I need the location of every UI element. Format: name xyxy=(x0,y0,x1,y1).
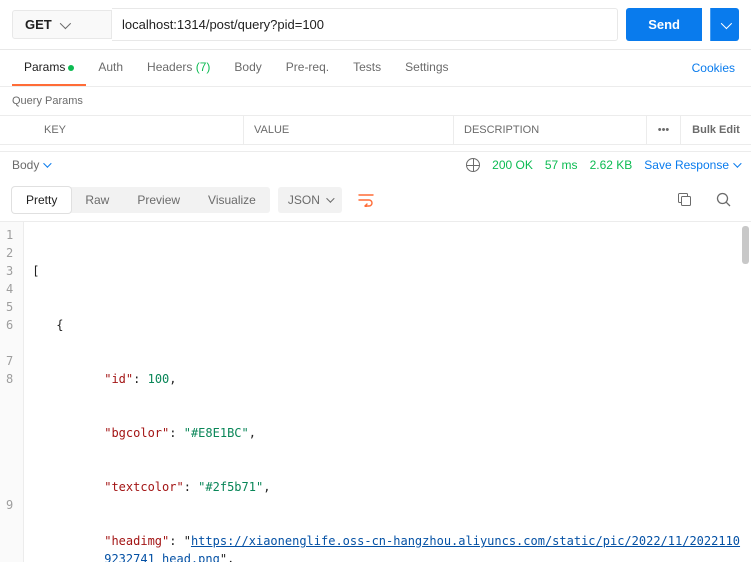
view-visualize[interactable]: Visualize xyxy=(194,187,270,213)
th-more-button[interactable]: ••• xyxy=(647,116,681,144)
cookies-link[interactable]: Cookies xyxy=(688,51,739,85)
response-meta-bar: Body 200 OK 57 ms 2.62 KB Save Response xyxy=(0,151,751,178)
send-button[interactable]: Send xyxy=(626,8,702,41)
search-icon[interactable] xyxy=(708,186,739,213)
th-description: DESCRIPTION xyxy=(454,116,647,144)
bulk-edit-button[interactable]: Bulk Edit xyxy=(681,116,751,144)
th-value: VALUE xyxy=(244,116,454,144)
line-gutter: 12345 6789 xyxy=(0,222,24,562)
view-preview[interactable]: Preview xyxy=(123,187,194,213)
tab-params[interactable]: Params xyxy=(12,50,86,86)
wrap-line-icon[interactable] xyxy=(350,187,382,213)
method-label: GET xyxy=(25,17,52,32)
status-code: 200 OK xyxy=(492,158,533,172)
chevron-down-icon xyxy=(326,194,334,202)
request-bar: GET Send xyxy=(0,0,751,50)
scrollbar-thumb[interactable] xyxy=(742,226,749,264)
save-response-dropdown[interactable]: Save Response xyxy=(644,158,739,172)
params-table-header: KEY VALUE DESCRIPTION ••• Bulk Edit xyxy=(0,115,751,145)
response-view-bar: Pretty Raw Preview Visualize JSON xyxy=(0,178,751,222)
chevron-down-icon xyxy=(733,159,741,167)
copy-icon[interactable] xyxy=(669,186,700,213)
response-body[interactable]: 12345 6789 [ { "id": 100, "bgcolor": "#E… xyxy=(0,222,751,562)
tab-settings[interactable]: Settings xyxy=(393,50,460,86)
response-size: 2.62 KB xyxy=(590,158,633,172)
chevron-down-icon xyxy=(59,17,70,28)
headers-count: (7) xyxy=(196,60,211,74)
send-dropdown[interactable] xyxy=(710,8,739,41)
view-pretty[interactable]: Pretty xyxy=(12,187,71,213)
request-tabs: Params Auth Headers (7) Body Pre-req. Te… xyxy=(0,50,751,87)
view-mode-tabs: Pretty Raw Preview Visualize xyxy=(12,187,270,213)
http-method-select[interactable]: GET xyxy=(12,10,112,39)
chevron-down-icon xyxy=(721,18,732,29)
response-time: 57 ms xyxy=(545,158,578,172)
tab-auth[interactable]: Auth xyxy=(86,50,135,86)
response-body-dropdown[interactable]: Body xyxy=(12,158,49,172)
url-input[interactable] xyxy=(112,8,618,41)
tab-body[interactable]: Body xyxy=(222,50,273,86)
th-checkbox xyxy=(0,116,34,144)
params-indicator-dot xyxy=(68,65,74,71)
format-select[interactable]: JSON xyxy=(278,187,342,213)
view-raw[interactable]: Raw xyxy=(71,187,123,213)
globe-icon[interactable] xyxy=(466,158,480,172)
tab-headers[interactable]: Headers (7) xyxy=(135,50,222,86)
query-params-label: Query Params xyxy=(0,87,751,115)
code-content: [ { "id": 100, "bgcolor": "#E8E1BC", "te… xyxy=(24,222,751,562)
chevron-down-icon xyxy=(44,159,52,167)
th-key: KEY xyxy=(34,116,244,144)
tab-tests[interactable]: Tests xyxy=(341,50,393,86)
tab-prereq[interactable]: Pre-req. xyxy=(274,50,341,86)
